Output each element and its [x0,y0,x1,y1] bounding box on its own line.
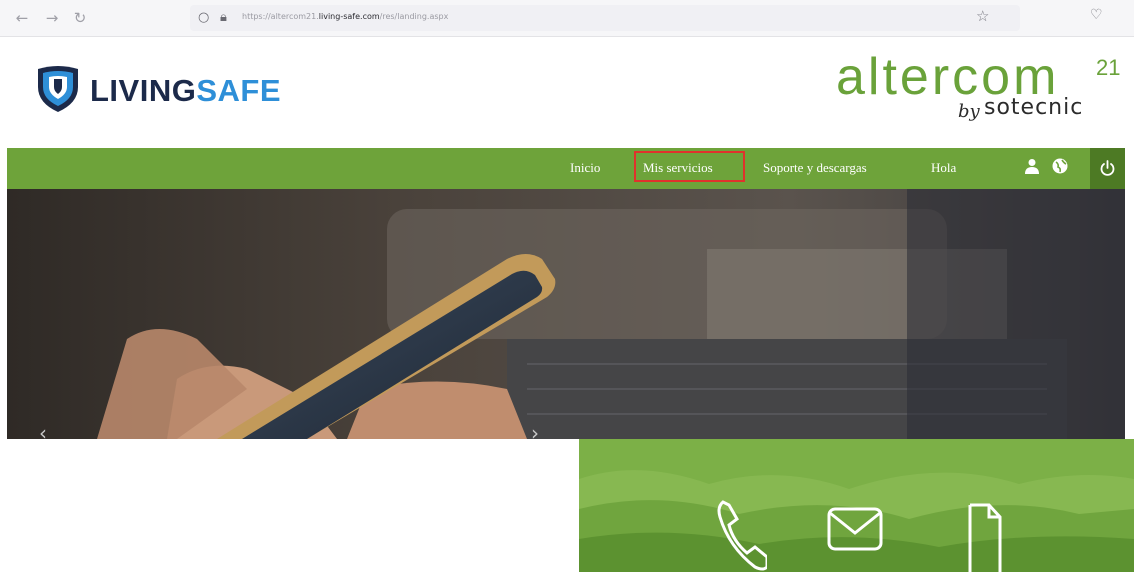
prev-slide-icon[interactable]: ‹ [39,421,47,439]
mail-icon[interactable] [827,507,883,572]
main-navigation: Inicio Mis servicios Soporte y descargas… [7,148,1125,189]
power-icon [1100,160,1115,176]
brand-name: LIVINGSAFE [90,73,282,108]
lock-icon[interactable]: 🔒︎ [220,8,227,28]
faded-content [120,470,420,550]
browser-toolbar: ← → ↻ ○ 🔒︎ https://altercom21.living-saf… [0,0,1134,37]
next-slide-icon[interactable]: › [531,421,539,439]
altercom-by: by [958,101,980,122]
contact-panel [579,439,1134,572]
shield-icon[interactable]: ○ [198,8,209,28]
site-header: LIVINGSAFE altercom 21 by sotecnic [0,37,1134,147]
back-icon[interactable]: ← [12,8,32,28]
forward-icon[interactable]: → [42,8,62,28]
star-icon[interactable]: ☆ [976,7,989,25]
nav-hola[interactable]: Hola [931,160,956,176]
shield-logo-icon [38,66,78,112]
nav-soporte-descargas[interactable]: Soporte y descargas [763,160,867,176]
altercom-superscript: 21 [1096,55,1121,80]
hero-carousel[interactable]: ‹ › [7,189,1125,439]
globe-icon[interactable] [1052,158,1068,179]
url-text[interactable]: https://altercom21.living-safe.com/res/l… [242,12,448,21]
hero-photo [7,189,1125,439]
nav-inicio[interactable]: Inicio [570,160,600,176]
sotecnic-word: sotecnic [984,95,1084,120]
pocket-icon[interactable]: ♡ [1090,7,1103,23]
phone-icon[interactable] [717,497,767,572]
address-bar[interactable]: ○ 🔒︎ https://altercom21.living-safe.com/… [190,5,1020,31]
user-icon[interactable] [1025,158,1039,179]
nav-mis-servicios[interactable]: Mis servicios [643,160,713,176]
document-icon[interactable] [967,503,1003,572]
reload-icon[interactable]: ↻ [70,8,90,28]
logout-button[interactable] [1090,148,1125,189]
